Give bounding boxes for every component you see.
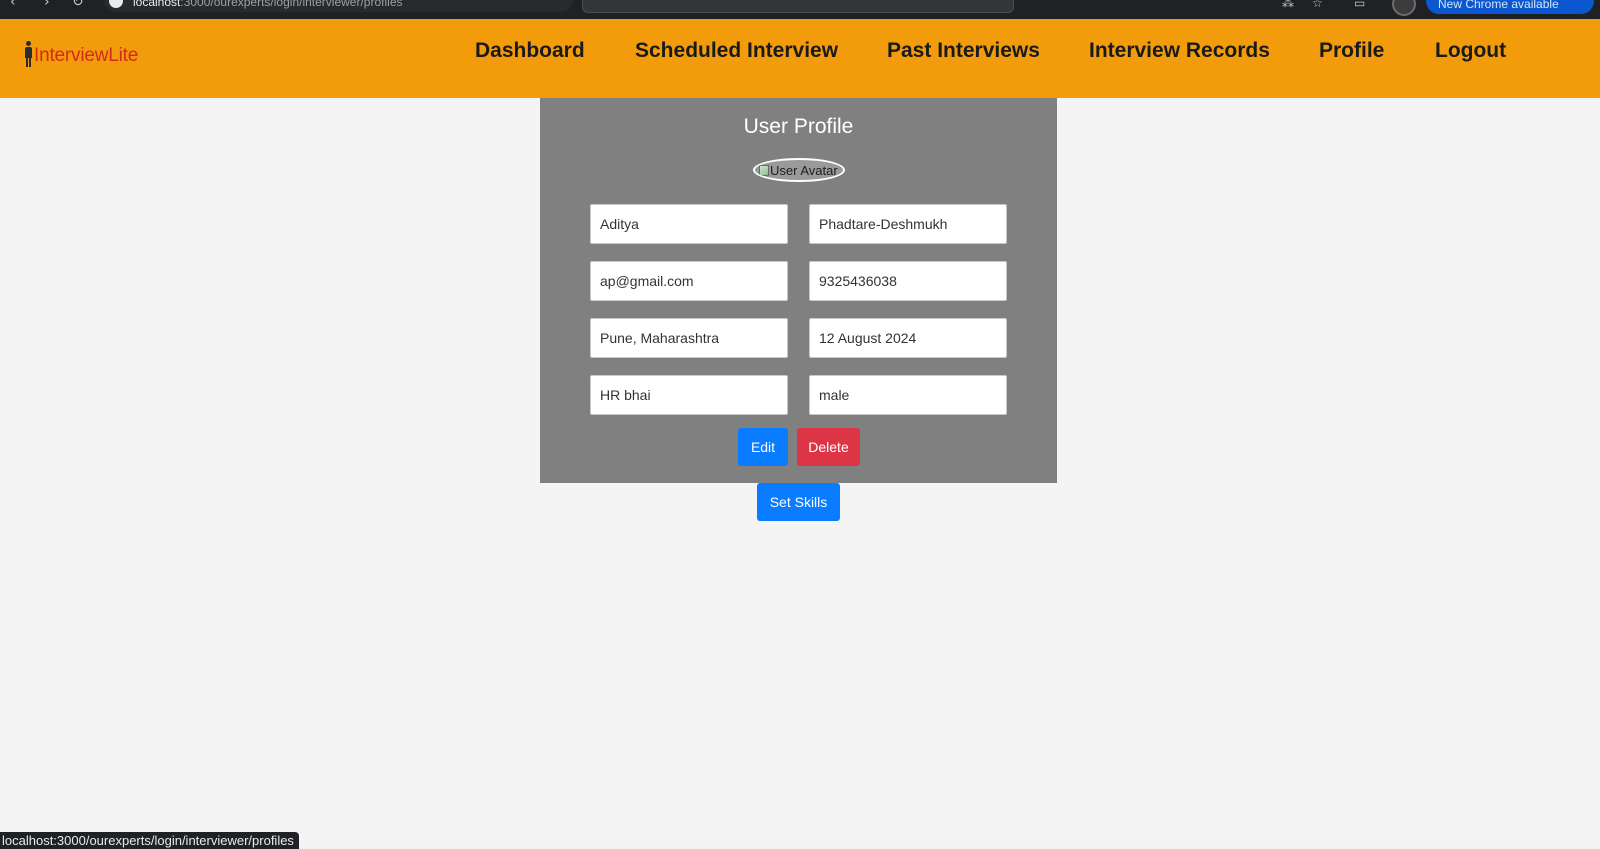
nav-past-interviews[interactable]: Past Interviews xyxy=(887,38,1040,63)
avatar-alt-text: User Avatar xyxy=(770,162,838,178)
gender-field[interactable] xyxy=(809,375,1007,415)
browser-search-box[interactable] xyxy=(582,0,1014,13)
browser-profile-avatar[interactable] xyxy=(1392,0,1416,16)
delete-button[interactable]: Delete xyxy=(797,428,860,466)
address-bar[interactable]: localhost:3000/ourexperts/login/intervie… xyxy=(103,0,573,12)
site-info-icon[interactable] xyxy=(109,0,123,8)
edit-button[interactable]: Edit xyxy=(738,428,788,466)
bookmark-star-icon[interactable]: ☆ xyxy=(1312,0,1323,10)
downloads-icon[interactable]: ▭ xyxy=(1354,0,1365,10)
profile-card: User Profile User Avatar Edit Delete xyxy=(540,98,1057,483)
first-name-field[interactable] xyxy=(590,204,788,244)
address-url: localhost:3000/ourexperts/login/intervie… xyxy=(133,0,403,9)
browser-toolbar: ‹ › ↻ localhost:3000/ourexperts/login/in… xyxy=(0,0,1600,19)
person-icon xyxy=(24,41,33,67)
forward-icon[interactable]: › xyxy=(44,0,50,10)
set-skills-button[interactable]: Set Skills xyxy=(757,483,840,521)
nav-profile[interactable]: Profile xyxy=(1319,38,1384,63)
location-field[interactable] xyxy=(590,318,788,358)
avatar: User Avatar xyxy=(753,158,845,182)
nav-scheduled-interview[interactable]: Scheduled Interview xyxy=(635,38,838,63)
nav-interview-records[interactable]: Interview Records xyxy=(1089,38,1270,63)
nav-logout[interactable]: Logout xyxy=(1435,38,1506,63)
reload-icon[interactable]: ↻ xyxy=(72,0,84,10)
nav-dashboard[interactable]: Dashboard xyxy=(475,38,585,63)
last-name-field[interactable] xyxy=(809,204,1007,244)
date-field[interactable] xyxy=(809,318,1007,358)
translate-icon[interactable]: ⁂ xyxy=(1282,0,1294,10)
logo[interactable]: InterviewLite xyxy=(24,37,138,67)
broken-image-icon xyxy=(759,164,769,176)
status-bar-url: localhost:3000/ourexperts/login/intervie… xyxy=(0,832,299,849)
logo-text: InterviewLite xyxy=(34,45,139,66)
role-field[interactable] xyxy=(590,375,788,415)
app-header: InterviewLite Dashboard Scheduled Interv… xyxy=(0,19,1600,98)
back-icon[interactable]: ‹ xyxy=(10,0,16,10)
phone-field[interactable] xyxy=(809,261,1007,301)
chrome-update-button[interactable]: New Chrome available xyxy=(1426,0,1594,14)
page-title: User Profile xyxy=(743,115,854,138)
email-field[interactable] xyxy=(590,261,788,301)
